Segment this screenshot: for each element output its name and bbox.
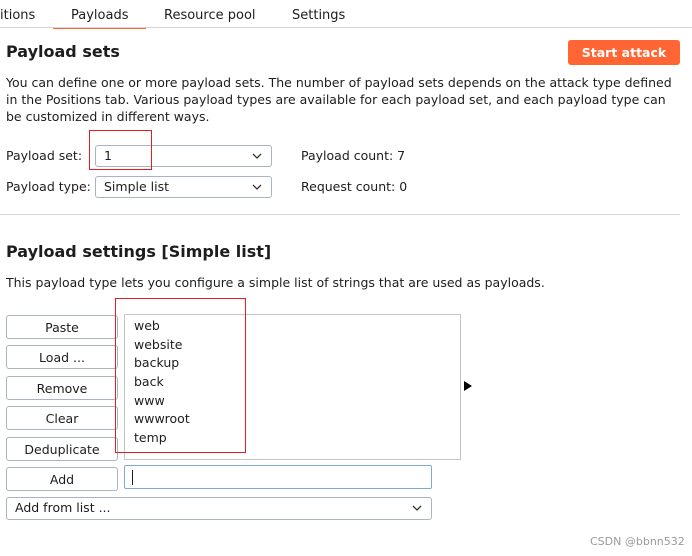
remove-button[interactable]: Remove [6, 376, 118, 400]
section-divider [0, 214, 680, 215]
payload-set-label: Payload set: [6, 148, 83, 163]
payload-count: Payload count: 7 [301, 148, 406, 163]
tab-bar-divider [0, 27, 692, 28]
highlight-box-payload-set [89, 130, 152, 170]
paste-button[interactable]: Paste [6, 315, 118, 339]
tab-resource-pool[interactable]: Resource pool [164, 6, 256, 26]
clear-button[interactable]: Clear [6, 406, 118, 430]
tab-payloads-label: Payloads [71, 8, 129, 23]
request-count: Request count: 0 [301, 179, 408, 194]
chevron-down-icon [252, 153, 262, 159]
deduplicate-button[interactable]: Deduplicate [6, 437, 118, 461]
highlight-box-payload-list [115, 298, 246, 453]
text-caret [132, 470, 133, 485]
payload-type-value: Simple list [104, 179, 170, 194]
chevron-down-icon [412, 505, 422, 511]
add-from-list-select[interactable]: Add from list ... [6, 497, 432, 520]
tab-payloads[interactable]: Payloads [53, 6, 147, 29]
start-attack-button[interactable]: Start attack [568, 40, 680, 65]
payload-type-select[interactable]: Simple list [95, 176, 272, 198]
watermark: CSDN @bbnn532 [590, 535, 685, 548]
chevron-down-icon [252, 184, 262, 190]
payload-sets-description-line-1: You can define one or more payload sets.… [6, 75, 672, 90]
payload-settings-title: Payload settings [Simple list] [6, 242, 272, 261]
payload-sets-description-line-3: be customized in different ways. [6, 109, 210, 124]
load-button[interactable]: Load ... [6, 345, 118, 369]
payload-settings-description: This payload type lets you configure a s… [6, 275, 545, 290]
add-from-list-label: Add from list ... [15, 500, 111, 515]
tab-positions[interactable]: itions [0, 6, 35, 26]
payload-sets-title: Payload sets [6, 42, 120, 61]
payload-sets-description-line-2: in the Positions tab. Various payload ty… [6, 92, 666, 107]
add-button[interactable]: Add [6, 467, 118, 491]
triangle-right-icon[interactable] [463, 380, 473, 392]
add-item-input[interactable] [124, 465, 432, 489]
tab-settings[interactable]: Settings [292, 6, 345, 26]
payload-type-label: Payload type: [6, 179, 91, 194]
